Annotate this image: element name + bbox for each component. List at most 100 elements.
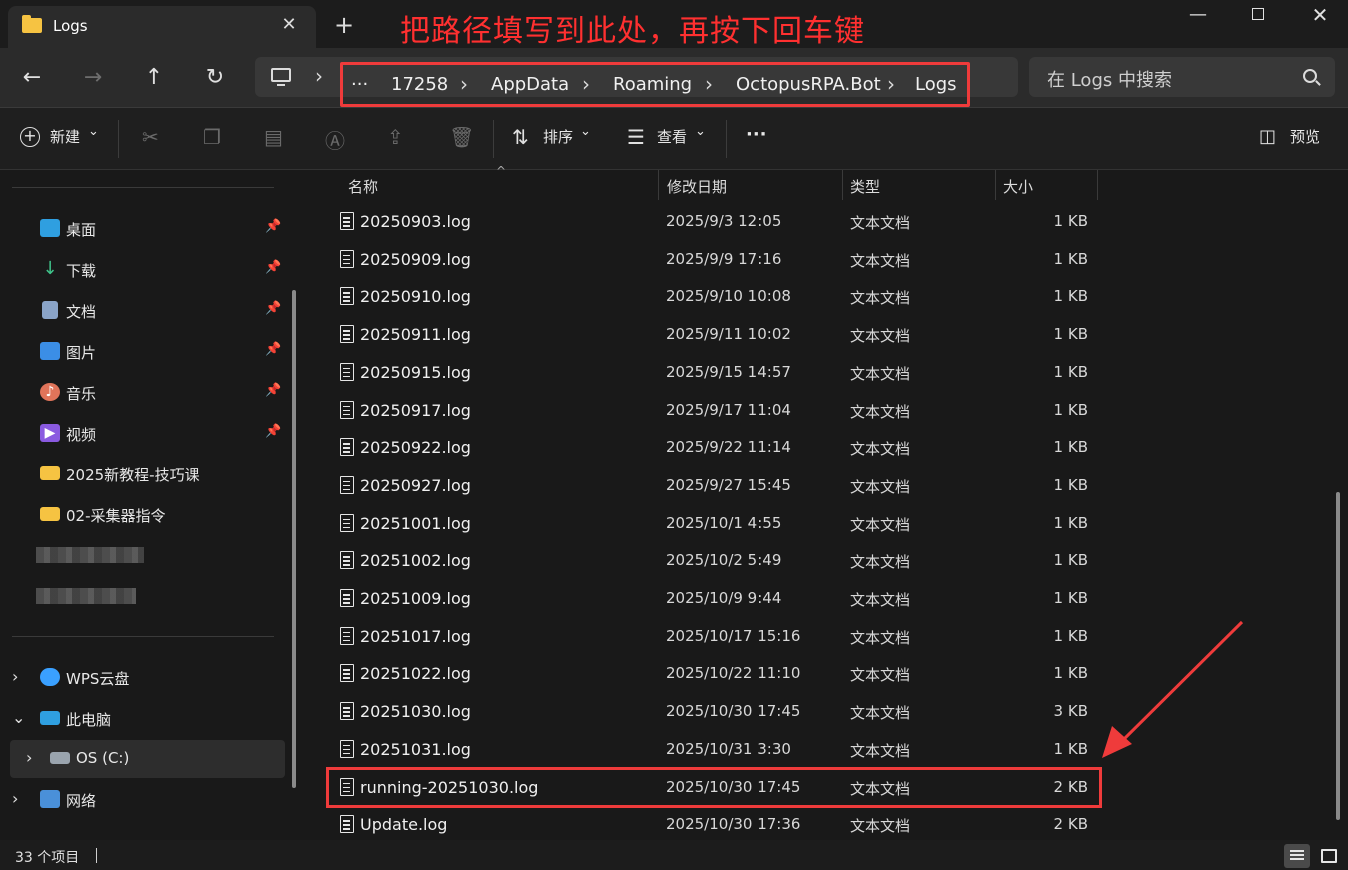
chevron-right-icon[interactable]: › — [887, 72, 895, 96]
file-type: 文本文档 — [850, 440, 911, 459]
rename-icon[interactable]: Ⓐ — [325, 125, 345, 154]
column-divider[interactable] — [995, 170, 996, 200]
search-box[interactable]: 在 Logs 中搜索 — [1029, 57, 1335, 97]
breadcrumb-current[interactable]: Logs — [915, 74, 957, 95]
sidebar-item-wps-cloud[interactable]: › WPS云盘 — [0, 659, 285, 697]
chevron-down-icon[interactable]: ⌄ — [12, 708, 25, 727]
table-row[interactable]: 20250903.log 2025/9/3 12:05 文本文档 1 KB — [328, 203, 1100, 240]
breadcrumb-item[interactable]: 17258 — [391, 74, 448, 95]
more-options-button[interactable]: ··· — [746, 124, 767, 145]
breadcrumb-item[interactable]: AppData — [491, 74, 569, 95]
column-divider[interactable] — [658, 170, 659, 200]
maximize-button[interactable] — [1238, 2, 1278, 28]
back-button[interactable]: ← — [16, 62, 48, 94]
sidebar-item-this-pc[interactable]: ⌄ 此电脑 — [0, 700, 285, 738]
new-tab-button[interactable]: + — [330, 12, 358, 40]
pin-icon[interactable]: 📌 — [265, 219, 281, 234]
sidebar-scrollbar[interactable] — [292, 290, 296, 788]
chevron-right-icon[interactable]: › — [705, 72, 713, 96]
sidebar-item-folder-tutorial[interactable]: 2025新教程-技巧课 — [0, 455, 285, 493]
sidebar-item-label: OS (C:) — [76, 749, 130, 767]
new-button[interactable]: 新建 — [50, 126, 80, 147]
address-bar[interactable]: › ··· 17258 › AppData › Roaming › Octopu… — [255, 57, 1018, 107]
file-list-scrollbar[interactable] — [1336, 492, 1340, 820]
table-row[interactable]: 20250915.log 2025/9/15 14:57 文本文档 1 KB — [328, 354, 1100, 391]
table-row[interactable]: 20250909.log 2025/9/9 17:16 文本文档 1 KB — [328, 241, 1100, 278]
minimize-button[interactable]: — — [1178, 2, 1218, 28]
table-row[interactable]: 20251022.log 2025/10/22 11:10 文本文档 1 KB — [328, 655, 1100, 692]
pin-icon[interactable]: 📌 — [265, 424, 281, 439]
pin-icon[interactable]: 📌 — [265, 260, 281, 275]
file-size: 1 KB — [1053, 362, 1088, 381]
chevron-right-icon[interactable]: › — [12, 789, 18, 808]
table-row[interactable]: 20250917.log 2025/9/17 11:04 文本文档 1 KB — [328, 392, 1100, 429]
chevron-right-icon[interactable]: › — [12, 667, 18, 686]
column-header-size[interactable]: 大小 — [1003, 176, 1033, 197]
search-icon[interactable] — [1303, 69, 1317, 83]
pin-icon[interactable]: 📌 — [265, 383, 281, 398]
table-row[interactable]: 20250922.log 2025/9/22 11:14 文本文档 1 KB — [328, 429, 1100, 466]
forward-button[interactable]: → — [77, 62, 109, 94]
table-row[interactable]: 20251001.log 2025/10/1 4:55 文本文档 1 KB — [328, 505, 1100, 542]
table-row[interactable]: 20250911.log 2025/9/11 10:02 文本文档 1 KB — [328, 316, 1100, 353]
table-row[interactable]: 20251031.log 2025/10/31 3:30 文本文档 1 KB — [328, 731, 1100, 768]
copy-icon[interactable]: ❐ — [203, 125, 221, 149]
table-row[interactable]: 20251002.log 2025/10/2 5:49 文本文档 1 KB — [328, 542, 1100, 579]
table-row[interactable]: Update.log 2025/10/30 17:36 文本文档 2 KB — [328, 806, 1100, 843]
column-header-name[interactable]: 名称 — [348, 176, 378, 197]
sidebar-item-videos[interactable]: ▶ 视频 📌 — [0, 415, 285, 453]
pin-icon[interactable]: 📌 — [265, 301, 281, 316]
table-row[interactable]: 20251009.log 2025/10/9 9:44 文本文档 1 KB — [328, 580, 1100, 617]
breadcrumb-overflow[interactable]: ··· — [351, 74, 368, 95]
table-row[interactable]: 20251030.log 2025/10/30 17:45 文本文档 3 KB — [328, 693, 1100, 730]
refresh-button[interactable]: ↻ — [199, 62, 231, 94]
column-header-type[interactable]: 类型 — [850, 176, 880, 197]
table-row[interactable]: 20250927.log 2025/9/27 15:45 文本文档 1 KB — [328, 467, 1100, 504]
chevron-right-icon[interactable]: › — [460, 72, 468, 96]
file-date: 2025/10/30 17:36 — [666, 815, 801, 834]
tab-close-icon[interactable]: ✕ — [276, 12, 302, 38]
blurred-item — [36, 547, 144, 563]
tiles-view-button[interactable] — [1316, 844, 1342, 868]
chevron-right-icon[interactable]: › — [26, 748, 32, 767]
sidebar-item-blurred[interactable] — [0, 537, 285, 575]
table-row[interactable]: 20251017.log 2025/10/17 15:16 文本文档 1 KB — [328, 618, 1100, 655]
cut-icon[interactable]: ✂ — [142, 125, 159, 149]
tab-logs[interactable]: Logs ✕ — [8, 6, 316, 48]
details-view-button[interactable] — [1284, 844, 1310, 868]
sidebar-item-folder-collector[interactable]: 02-采集器指令 — [0, 496, 285, 534]
chevron-down-icon[interactable]: ⌄ — [580, 124, 591, 139]
sidebar-item-music[interactable]: ♪ 音乐 📌 — [0, 374, 285, 412]
sidebar-item-os-c[interactable]: › OS (C:) — [10, 740, 285, 778]
file-type: 文本文档 — [850, 553, 911, 572]
column-divider[interactable] — [1097, 170, 1098, 200]
close-window-button[interactable]: ✕ — [1300, 2, 1340, 28]
paste-icon[interactable]: ▤ — [264, 125, 283, 149]
sidebar-item-desktop[interactable]: 桌面 📌 — [0, 210, 285, 248]
delete-icon[interactable]: 🗑 — [449, 125, 474, 149]
pin-icon[interactable]: 📌 — [265, 342, 281, 357]
file-type: 文本文档 — [850, 289, 911, 308]
view-button[interactable]: 查看 — [657, 126, 687, 147]
sidebar-item-blurred[interactable] — [0, 578, 285, 616]
column-divider[interactable] — [842, 170, 843, 200]
sidebar-item-downloads[interactable]: ↓ 下载 📌 — [0, 251, 285, 289]
chevron-down-icon[interactable]: ⌄ — [695, 124, 706, 139]
up-button[interactable]: ↑ — [138, 62, 170, 94]
search-input[interactable]: 在 Logs 中搜索 — [1047, 66, 1172, 92]
chevron-right-icon[interactable]: › — [582, 72, 590, 96]
file-date: 2025/9/3 12:05 — [666, 212, 782, 230]
table-row-highlighted[interactable]: running-20251030.log 2025/10/30 17:45 文本文档… — [326, 766, 1102, 808]
chevron-down-icon[interactable]: ⌄ — [88, 124, 99, 139]
breadcrumb-item[interactable]: OctopusRPA.Bot — [736, 74, 881, 95]
table-row[interactable]: 20250910.log 2025/9/10 10:08 文本文档 1 KB — [328, 278, 1100, 315]
sidebar-item-pictures[interactable]: 图片 📌 — [0, 333, 285, 371]
share-icon[interactable]: ⇪ — [387, 125, 404, 149]
column-header-date[interactable]: 修改日期 — [667, 176, 727, 197]
breadcrumb-item[interactable]: Roaming — [613, 74, 692, 95]
sidebar-item-network[interactable]: › 网络 — [0, 781, 285, 819]
sort-button[interactable]: 排序 — [543, 126, 573, 147]
preview-button[interactable]: 预览 — [1290, 126, 1320, 147]
sidebar-item-documents[interactable]: 文档 📌 — [0, 292, 285, 330]
file-date: 2025/9/15 14:57 — [666, 362, 791, 381]
